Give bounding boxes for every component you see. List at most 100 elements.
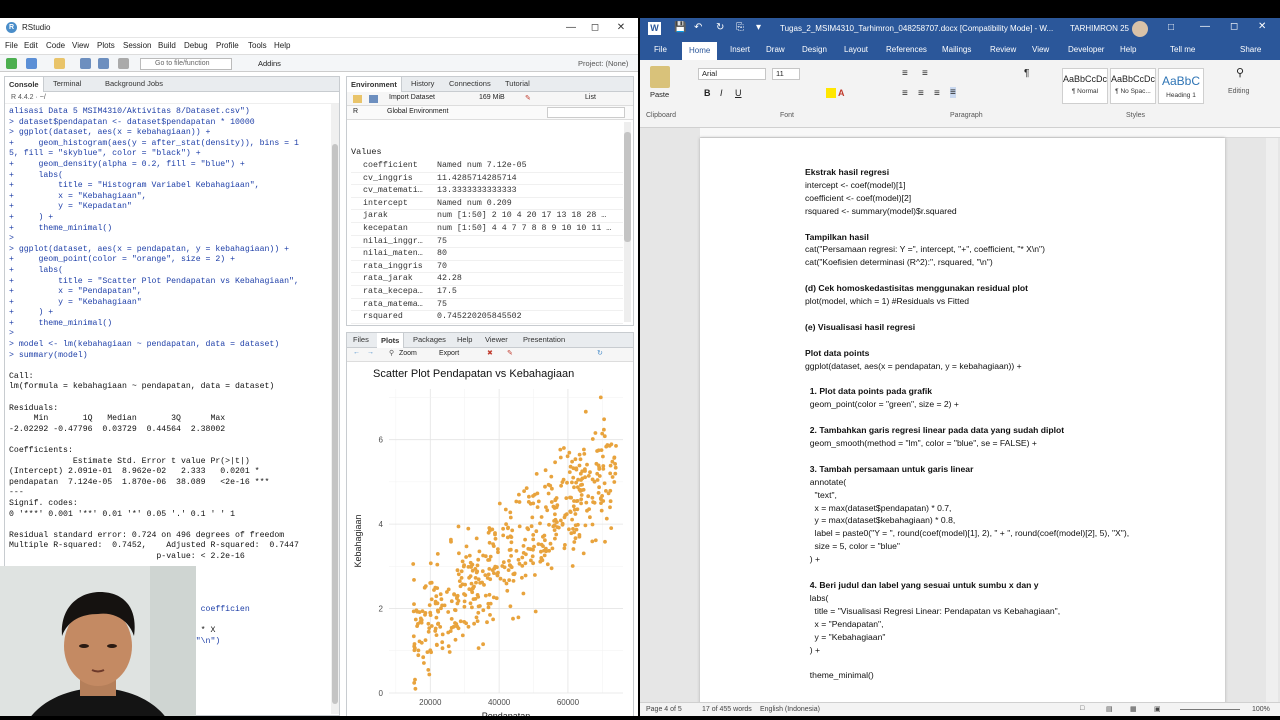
document-body[interactable]: Ekstrak hasil regresi intercept <- coef(m…: [805, 166, 1225, 682]
save-workspace-icon[interactable]: [369, 95, 378, 103]
horizontal-ruler[interactable]: [700, 128, 1280, 138]
menu-view[interactable]: View: [72, 41, 89, 50]
paste-icon[interactable]: [650, 66, 670, 88]
qat-save-icon[interactable]: 💾: [674, 22, 686, 33]
tab-home[interactable]: Home: [682, 42, 718, 60]
status-page[interactable]: Page 4 of 5: [646, 706, 682, 713]
tab-terminal[interactable]: Terminal: [53, 79, 81, 88]
memory-usage[interactable]: 169 MiB: [479, 94, 505, 101]
tab-layout[interactable]: Layout: [844, 45, 868, 54]
env-row[interactable]: rata_inggris 70: [351, 261, 623, 274]
tab-developer[interactable]: Developer: [1068, 45, 1104, 54]
menu-session[interactable]: Session: [123, 41, 151, 50]
customize-qat-icon[interactable]: ▾: [756, 22, 761, 33]
tab-plots[interactable]: Plots: [377, 333, 405, 348]
status-words[interactable]: 17 of 455 words: [702, 706, 752, 713]
console-scrollbar[interactable]: [331, 104, 339, 714]
env-row[interactable]: cv_matemati… 13.3333333333333: [351, 185, 623, 198]
paste-button[interactable]: Paste: [650, 90, 669, 99]
numbering-icon[interactable]: ≡: [922, 68, 928, 79]
tab-connections[interactable]: Connections: [449, 79, 491, 88]
print-icon[interactable]: [118, 58, 129, 69]
clear-plots-broom-icon[interactable]: ✎: [507, 349, 513, 357]
align-center-icon[interactable]: ≡: [918, 88, 924, 99]
tab-help[interactable]: Help: [457, 335, 472, 344]
align-left-icon[interactable]: ≡: [902, 88, 908, 99]
env-row[interactable]: cv_inggris 11.4285714285714: [351, 173, 623, 186]
zoom-button[interactable]: Zoom: [399, 350, 417, 357]
menu-profile[interactable]: Profile: [216, 41, 239, 50]
font-color-icon[interactable]: A: [838, 88, 845, 98]
zoom-icon[interactable]: ⚲: [389, 349, 394, 357]
menu-file[interactable]: File: [5, 41, 18, 50]
justify-icon[interactable]: ≡: [950, 87, 956, 98]
tab-mailings[interactable]: Mailings: [942, 45, 971, 54]
tab-draw[interactable]: Draw: [766, 45, 785, 54]
zoom-level[interactable]: 100%: [1252, 706, 1270, 713]
tab-environment[interactable]: Environment: [347, 77, 402, 92]
tab-files[interactable]: Files: [353, 335, 369, 344]
tab-insert[interactable]: Insert: [730, 45, 750, 54]
r-language-icon[interactable]: R: [353, 108, 358, 115]
tab-history[interactable]: History: [411, 79, 434, 88]
undo-icon[interactable]: ↶: [694, 22, 702, 33]
menu-code[interactable]: Code: [46, 41, 65, 50]
new-file-icon[interactable]: [6, 58, 17, 69]
save-icon[interactable]: [80, 58, 91, 69]
import-dataset-button[interactable]: Import Dataset: [389, 94, 435, 101]
env-scope-select[interactable]: Global Environment: [387, 108, 448, 115]
close-icon[interactable]: ✕: [610, 20, 632, 36]
word-close-icon[interactable]: ✕: [1258, 21, 1266, 32]
word-minimize-icon[interactable]: —: [1200, 21, 1210, 32]
tab-viewer[interactable]: Viewer: [485, 335, 508, 344]
tab-packages[interactable]: Packages: [413, 335, 446, 344]
style-normal[interactable]: AaBbCcDc ¶ Normal: [1062, 68, 1108, 104]
env-scrollbar[interactable]: [624, 122, 631, 322]
env-row[interactable]: rsquared 0.745220205845502: [351, 311, 623, 324]
document-page[interactable]: Ekstrak hasil regresi intercept <- coef(m…: [700, 138, 1225, 716]
tab-design[interactable]: Design: [802, 45, 827, 54]
open-file-icon[interactable]: [54, 58, 65, 69]
env-row[interactable]: nilai_maten… 80: [351, 248, 623, 261]
minimize-icon[interactable]: —: [560, 20, 582, 36]
web-layout-icon[interactable]: ▣: [1154, 705, 1161, 713]
word-maximize-icon[interactable]: ◻: [1230, 21, 1238, 32]
read-mode-icon[interactable]: ▤: [1106, 705, 1113, 713]
broom-icon[interactable]: ✎: [525, 94, 531, 102]
console-scroll-thumb[interactable]: [332, 144, 338, 704]
font-size-select[interactable]: 11: [772, 68, 800, 80]
font-name-select[interactable]: Arial: [698, 68, 766, 80]
tell-me-search[interactable]: Tell me: [1170, 45, 1195, 54]
tab-view[interactable]: View: [1032, 45, 1049, 54]
tab-console[interactable]: Console: [5, 77, 44, 92]
print-preview-icon[interactable]: ⎘: [736, 22, 744, 33]
highlight-icon[interactable]: [826, 88, 836, 98]
tab-tutorial[interactable]: Tutorial: [505, 79, 530, 88]
env-search-input[interactable]: [547, 107, 625, 118]
tab-background-jobs[interactable]: Background Jobs: [105, 79, 163, 88]
tab-file[interactable]: File: [654, 45, 667, 54]
env-row[interactable]: intercept Named num 0.209: [351, 198, 623, 211]
env-scroll-thumb[interactable]: [624, 132, 631, 242]
load-workspace-icon[interactable]: [353, 95, 362, 103]
refresh-plot-icon[interactable]: ↻: [597, 349, 603, 357]
menu-edit[interactable]: Edit: [24, 41, 38, 50]
menu-build[interactable]: Build: [158, 41, 176, 50]
align-right-icon[interactable]: ≡: [934, 88, 940, 99]
tab-presentation[interactable]: Presentation: [523, 335, 565, 344]
env-row[interactable]: nilai_inggr… 75: [351, 236, 623, 249]
avatar[interactable]: [1132, 21, 1148, 37]
tab-help[interactable]: Help: [1120, 45, 1136, 54]
style-heading-1[interactable]: AaBbC Heading 1: [1158, 68, 1204, 104]
redo-icon[interactable]: ↻: [716, 22, 724, 33]
maximize-icon[interactable]: ◻: [584, 20, 606, 36]
view-mode-select[interactable]: List: [585, 94, 596, 101]
env-row[interactable]: coefficient Named num 7.12e-05: [351, 160, 623, 173]
env-row[interactable]: rata_matema… 75: [351, 299, 623, 312]
find-icon[interactable]: ⚲: [1236, 66, 1244, 79]
menu-debug[interactable]: Debug: [184, 41, 208, 50]
tab-references[interactable]: References: [886, 45, 927, 54]
addins-menu[interactable]: Addins: [258, 59, 281, 68]
env-row[interactable]: jarak num [1:50] 2 10 4 20 17 13 18 28 …: [351, 210, 623, 223]
project-menu[interactable]: Project: (None): [578, 59, 628, 68]
